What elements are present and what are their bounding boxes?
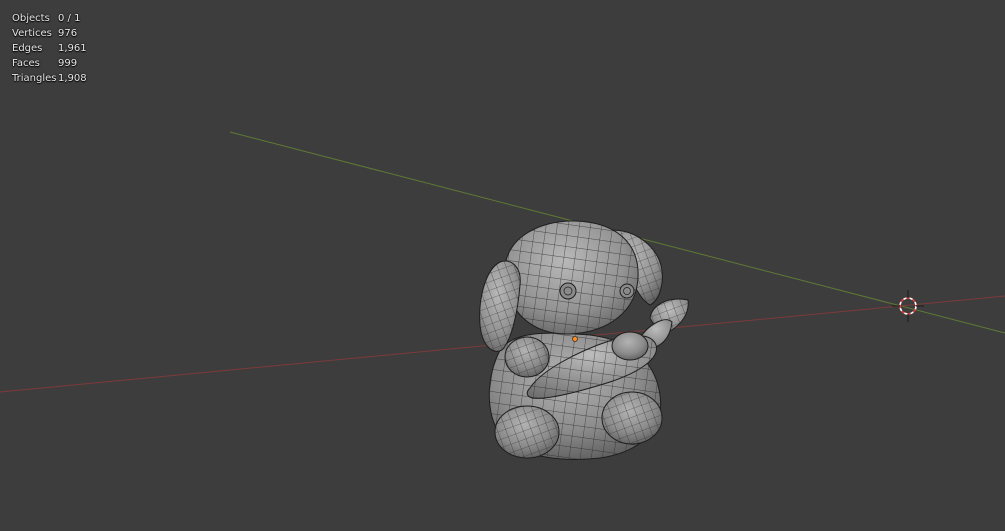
bunny-mesh[interactable]: [479, 220, 689, 460]
stat-value: 999: [58, 58, 78, 69]
stat-value: 1,908: [58, 73, 87, 84]
object-origin-point: [572, 336, 578, 342]
stat-row-triangles: Triangles 1,908: [12, 71, 87, 86]
stat-label: Triangles: [12, 73, 57, 84]
stat-label: Objects: [12, 13, 50, 24]
3d-cursor-icon[interactable]: [892, 290, 924, 322]
stat-value: 0 / 1: [58, 13, 81, 24]
stat-row-edges: Edges 1,961: [12, 41, 87, 56]
stat-row-objects: Objects 0 / 1: [12, 11, 87, 26]
stat-row-faces: Faces 999: [12, 56, 87, 71]
stat-row-vertices: Vertices 976: [12, 26, 87, 41]
stat-label: Edges: [12, 43, 43, 54]
stat-label: Vertices: [12, 28, 52, 39]
stat-label: Faces: [12, 58, 40, 69]
stat-value: 976: [58, 28, 78, 39]
scene-statistics-overlay: Objects 0 / 1 Vertices 976 Edges 1,961 F…: [12, 11, 87, 86]
3d-viewport[interactable]: Objects 0 / 1 Vertices 976 Edges 1,961 F…: [0, 0, 1005, 531]
viewport-scene[interactable]: [0, 0, 1005, 531]
stat-value: 1,961: [58, 43, 87, 54]
